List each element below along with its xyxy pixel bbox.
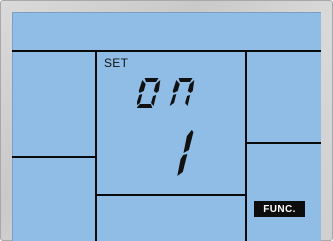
divider-right-horizontal — [246, 142, 321, 144]
divider-right-vertical — [245, 51, 247, 241]
divider-left-horizontal — [12, 156, 96, 158]
segment-digit-1 — [177, 130, 194, 176]
status-readout: on — [137, 78, 195, 108]
segment-digit-n — [169, 78, 195, 106]
divider-left-vertical — [95, 51, 97, 241]
func-indicator: FUNC. — [254, 201, 305, 217]
segment-digit-o — [137, 78, 161, 108]
divider-top-horizontal — [12, 50, 321, 52]
value-readout: 1 — [172, 130, 194, 176]
divider-center-horizontal — [96, 194, 246, 196]
func-indicator-label: FUNC. — [263, 203, 296, 215]
value-readout-text: 1 — [172, 167, 174, 169]
set-mode-label: SET — [104, 56, 129, 70]
